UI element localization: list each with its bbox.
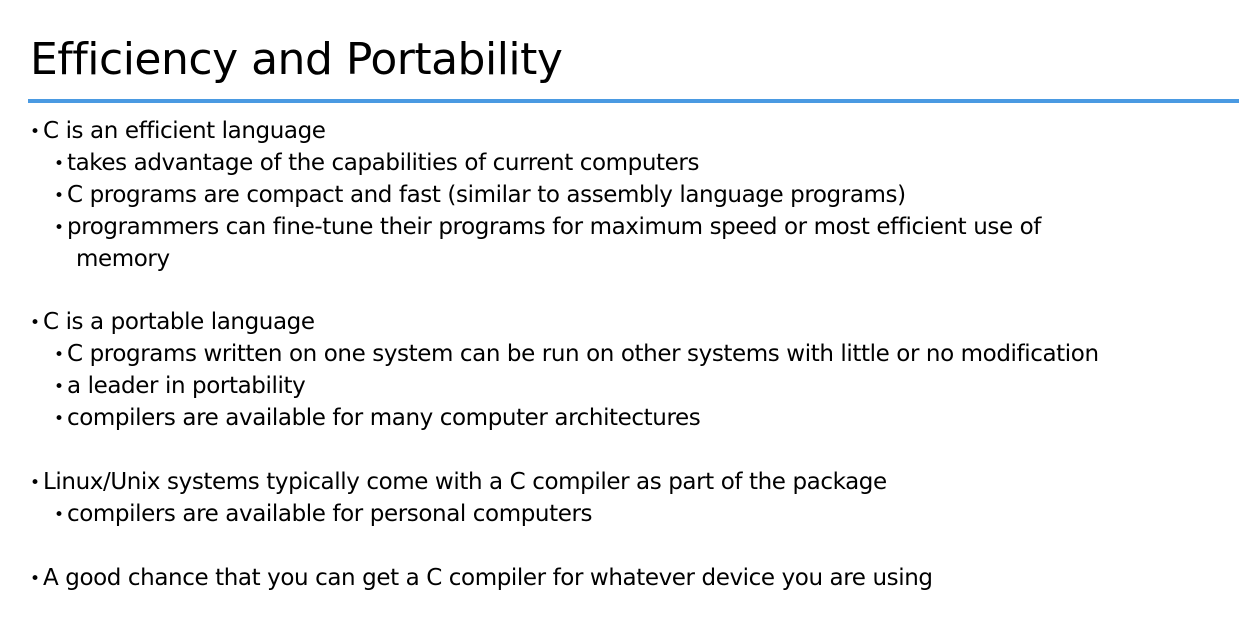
sub-bullet-item: • a leader in portability <box>54 373 306 401</box>
slide-title: Efficiency and Portability <box>30 34 563 85</box>
sub-bullet-text: compilers are available for personal com… <box>67 501 593 527</box>
title-divider <box>28 99 1239 103</box>
sub-bullet-item: • C programs written on one system can be… <box>54 341 1099 369</box>
sub-bullet-text: C programs written on one system can be … <box>67 341 1099 367</box>
sub-bullet-text: programmers can fine-tune their programs… <box>67 214 1042 240</box>
sub-bullet-item: • compilers are available for personal co… <box>54 501 593 529</box>
bullet-dot: • <box>54 377 64 397</box>
bullet-item: • C is an efficient language <box>30 118 326 146</box>
sub-bullet-text: C programs are compact and fast (similar… <box>67 182 906 208</box>
bullet-item: • A good chance that you can get a C comp… <box>30 565 933 593</box>
bullet-text: Linux/Unix systems typically come with a… <box>43 469 887 495</box>
sub-bullet-text: memory <box>76 246 170 272</box>
bullet-dot: • <box>30 473 40 493</box>
bullet-dot: • <box>54 218 64 238</box>
bullet-text: C is a portable language <box>43 309 315 335</box>
bullet-dot: • <box>30 313 40 333</box>
sub-bullet-item: • takes advantage of the capabilities of … <box>54 150 699 178</box>
sub-bullet-item: • compilers are available for many comput… <box>54 405 701 433</box>
bullet-dot: • <box>54 186 64 206</box>
bullet-dot: • <box>54 345 64 365</box>
bullet-text: A good chance that you can get a C compi… <box>43 565 933 591</box>
sub-bullet-continuation: memory <box>76 246 170 274</box>
sub-bullet-text: a leader in portability <box>67 373 306 399</box>
bullet-item: • C is a portable language <box>30 309 315 337</box>
bullet-item: • Linux/Unix systems typically come with … <box>30 469 887 497</box>
sub-bullet-text: compilers are available for many compute… <box>67 405 701 431</box>
slide: Efficiency and Portability • C is an effi… <box>0 0 1259 623</box>
bullet-text: C is an efficient language <box>43 118 326 144</box>
sub-bullet-item: • programmers can fine-tune their program… <box>54 214 1041 242</box>
bullet-dot: • <box>54 409 64 429</box>
bullet-dot: • <box>30 122 40 142</box>
sub-bullet-item: • C programs are compact and fast (simila… <box>54 182 906 210</box>
bullet-dot: • <box>30 569 40 589</box>
bullet-dot: • <box>54 505 64 525</box>
bullet-dot: • <box>54 154 64 174</box>
sub-bullet-text: takes advantage of the capabilities of c… <box>67 150 700 176</box>
